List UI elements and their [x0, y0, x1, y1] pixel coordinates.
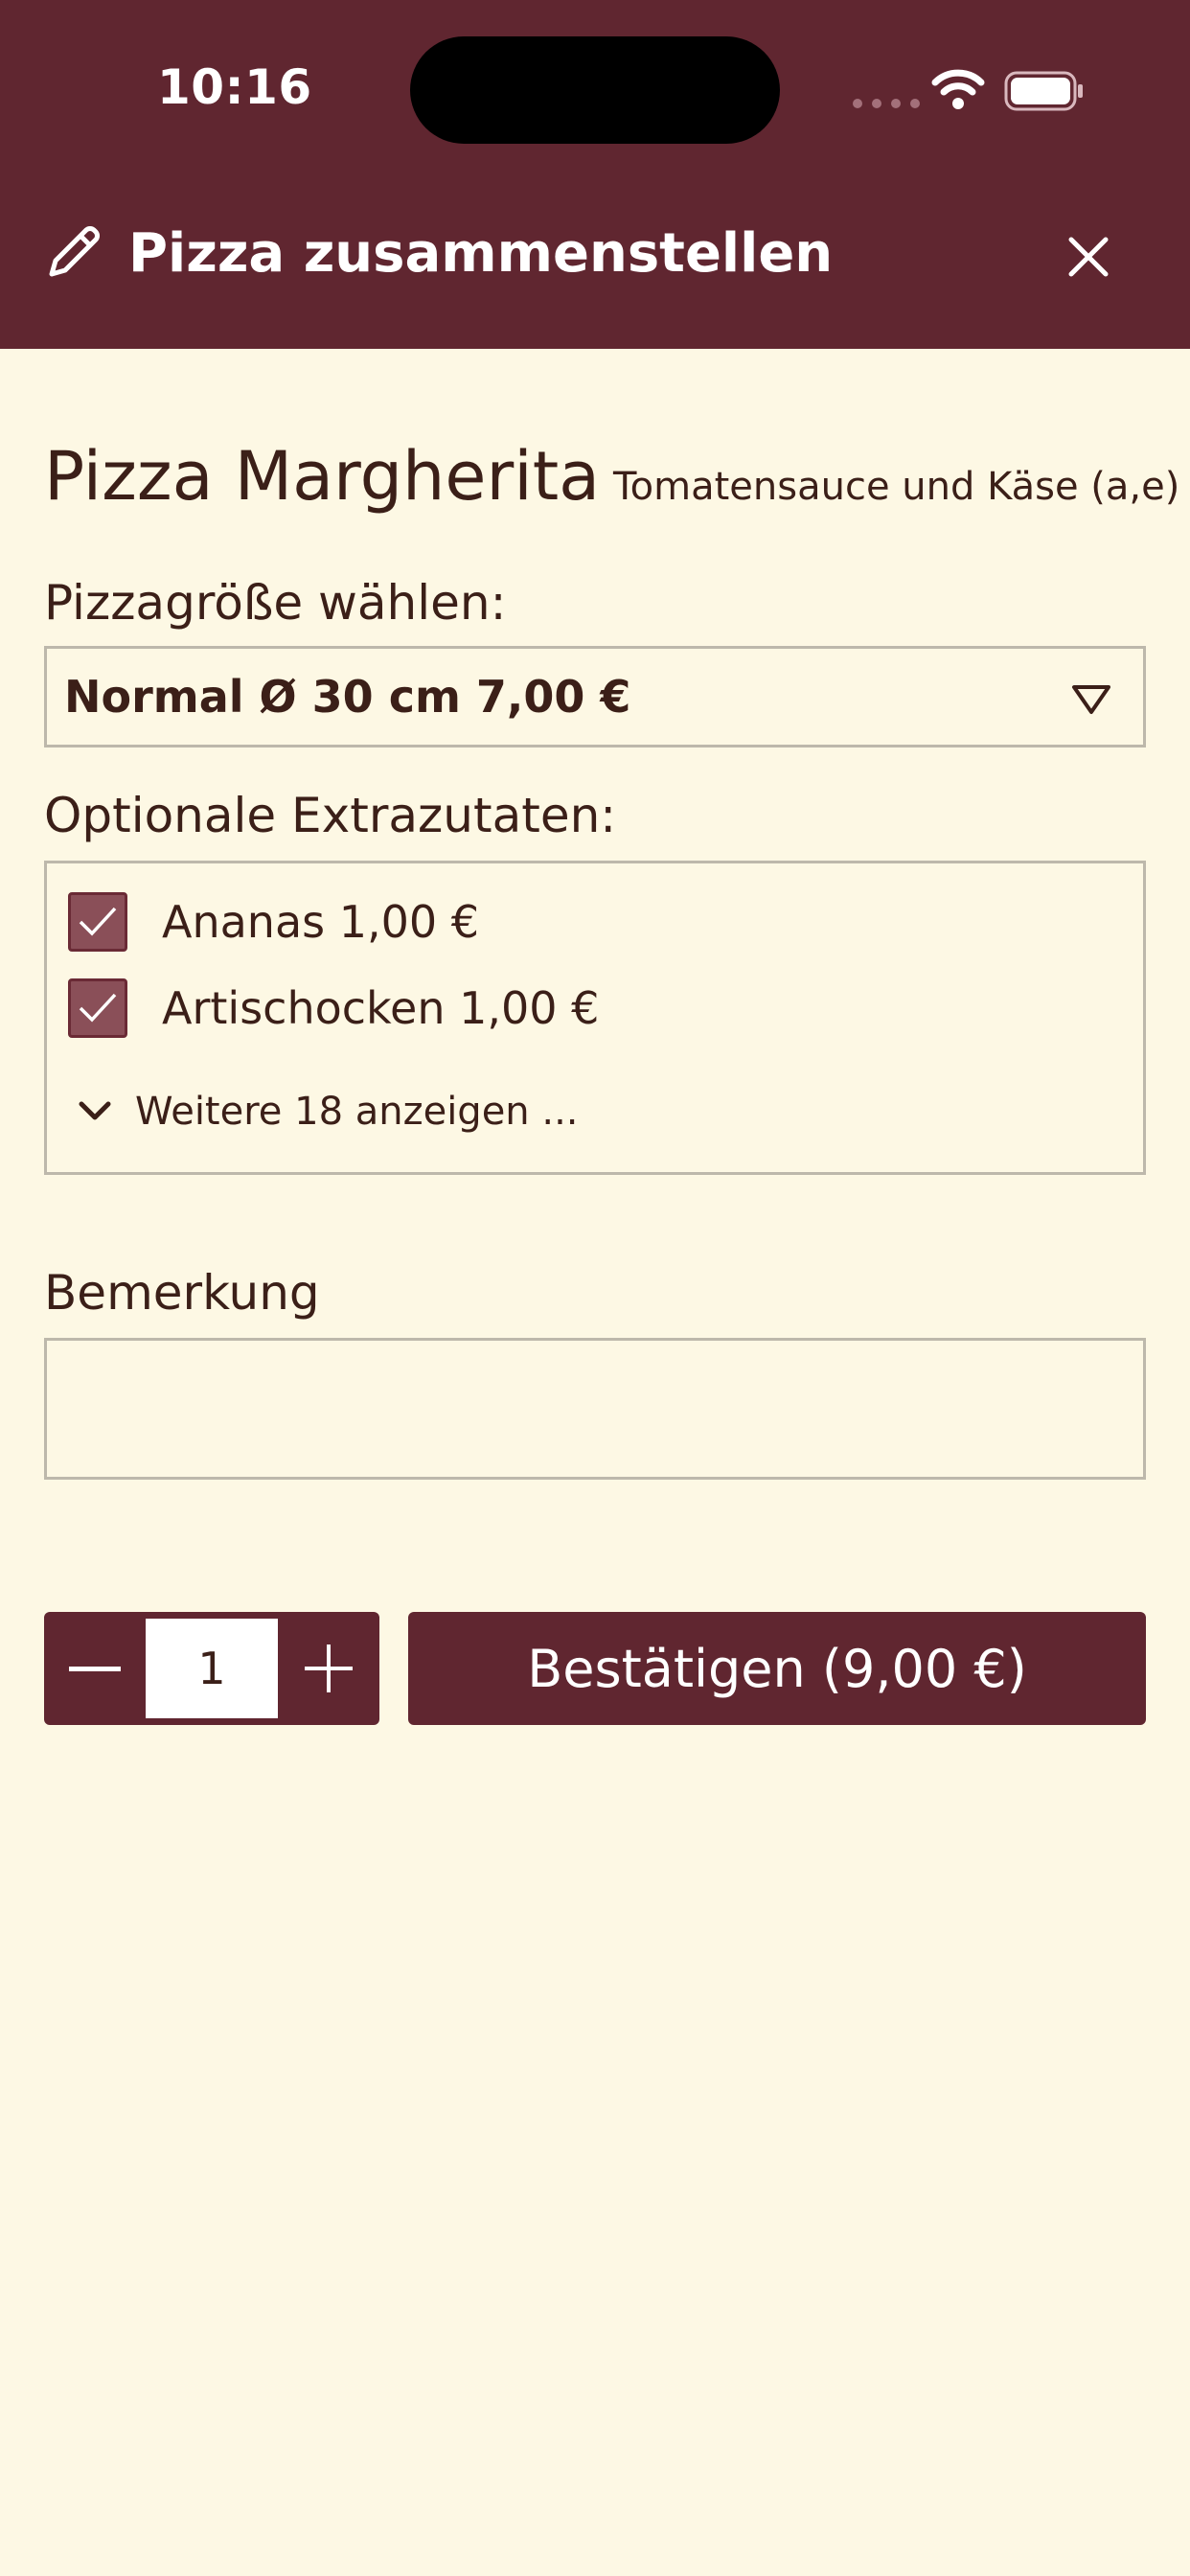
product-name: Pizza Margherita — [44, 437, 601, 516]
status-time: 10:16 — [157, 59, 312, 115]
product-heading: Pizza Margherita Tomatensauce und Käse (… — [44, 437, 1179, 516]
wifi-icon — [931, 69, 985, 109]
product-description: Tomatensauce und Käse (a,e) — [613, 465, 1180, 509]
increment-button[interactable] — [278, 1612, 379, 1725]
minus-icon — [69, 1667, 121, 1671]
size-select[interactable]: Normal Ø 30 cm 7,00 € — [44, 646, 1146, 748]
size-select-value: Normal Ø 30 cm 7,00 € — [64, 671, 631, 723]
extra-item-label: Ananas 1,00 € — [162, 896, 480, 948]
size-label: Pizzagröße wählen: — [44, 575, 507, 631]
page-title: Pizza zusammenstellen — [128, 222, 834, 285]
quantity-value[interactable]: 1 — [146, 1619, 278, 1718]
extras-label: Optionale Extrazutaten: — [44, 788, 617, 843]
checkbox[interactable] — [68, 978, 127, 1038]
chevron-down-icon — [79, 1101, 111, 1120]
extras-list: Ananas 1,00 € Artischocken 1,00 € Weiter… — [44, 861, 1146, 1175]
remark-label: Bemerkung — [44, 1265, 320, 1321]
plus-icon — [305, 1644, 353, 1692]
quantity-stepper: 1 — [44, 1612, 379, 1725]
pencil-icon — [49, 226, 100, 277]
battery-icon — [1004, 71, 1083, 111]
signal-icon — [853, 99, 920, 108]
close-icon — [1068, 237, 1109, 277]
show-more-label: Weitere 18 anzeigen ... — [135, 1090, 579, 1134]
extra-item-ananas[interactable]: Ananas 1,00 € — [68, 892, 479, 952]
extra-item-label: Artischocken 1,00 € — [162, 982, 600, 1034]
triangle-down-icon — [1072, 685, 1110, 714]
show-more-button[interactable]: Weitere 18 anzeigen ... — [78, 1090, 579, 1134]
close-button[interactable] — [1062, 230, 1115, 284]
checkmark-icon — [79, 907, 117, 936]
header-bar: 10:16 Pizza zusammenstellen — [0, 0, 1190, 349]
extra-item-artischocken[interactable]: Artischocken 1,00 € — [68, 978, 599, 1038]
remark-input[interactable] — [44, 1338, 1146, 1480]
dynamic-island — [410, 36, 780, 144]
decrement-button[interactable] — [44, 1612, 146, 1725]
confirm-button[interactable]: Bestätigen (9,00 €) — [408, 1612, 1146, 1725]
checkmark-icon — [79, 993, 117, 1023]
pizza-config-screen: 10:16 Pizza zusammenstellen Pizza Marghe… — [0, 0, 1190, 2576]
checkbox[interactable] — [68, 892, 127, 952]
